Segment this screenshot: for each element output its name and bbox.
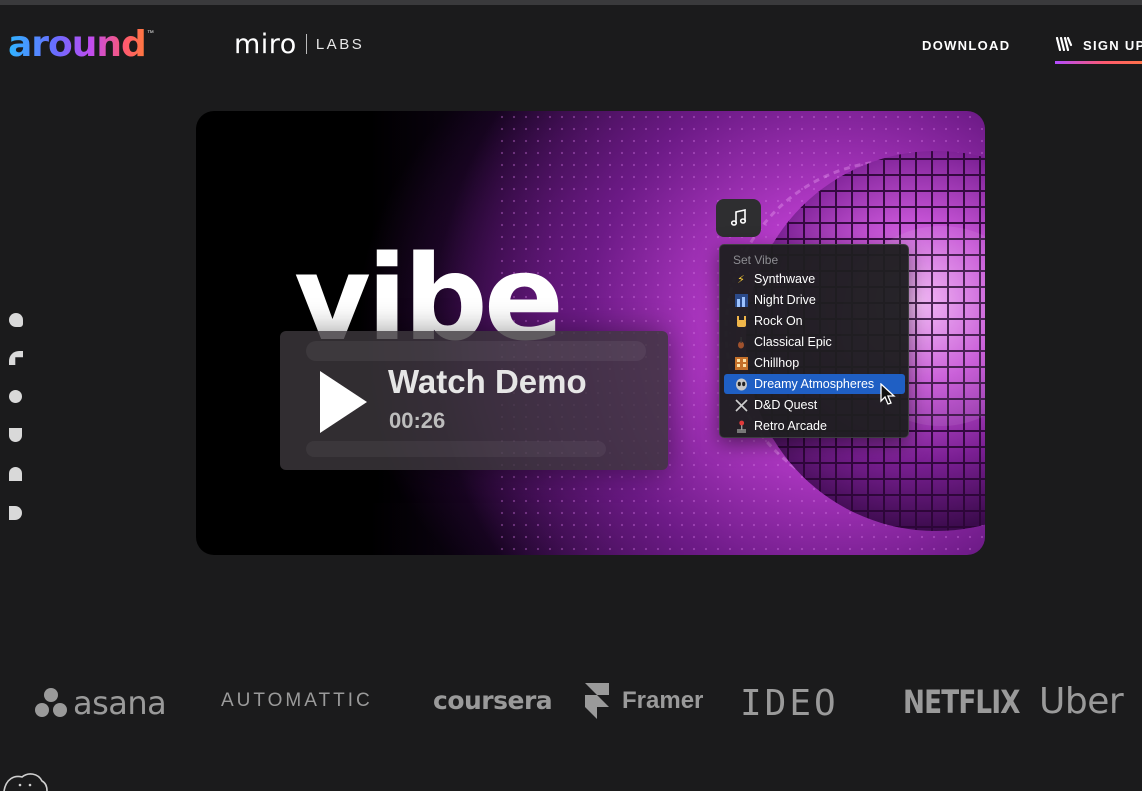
coursera-logo: coursera	[433, 686, 553, 715]
side-nav-arch-icon[interactable]	[9, 467, 22, 481]
vibe-option-night-drive[interactable]: Night Drive	[724, 290, 905, 310]
miro-logo-text: miro	[234, 28, 297, 60]
watch-demo-title: Watch Demo	[388, 363, 587, 400]
download-link[interactable]: DOWNLOAD	[922, 38, 1010, 53]
sign-up-underline	[1055, 61, 1142, 64]
asana-logo-text: asana	[73, 684, 167, 722]
vibe-option-label: Retro Arcade	[754, 419, 827, 433]
around-logo[interactable]: around ™	[8, 24, 154, 65]
framer-icon	[585, 683, 609, 719]
joystick-icon	[734, 419, 748, 433]
side-nav-corner-icon[interactable]	[9, 351, 23, 365]
framer-logo: Framer	[584, 682, 703, 720]
blurred-text-top	[306, 341, 646, 361]
music-button[interactable]	[716, 199, 761, 237]
side-nav-dot-icon[interactable]	[9, 390, 22, 403]
sign-up-link[interactable]: SIGN UP	[1055, 36, 1142, 66]
vibe-option-classical-epic[interactable]: Classical Epic	[724, 332, 905, 352]
mascot-icon	[3, 773, 48, 791]
logo-divider	[305, 34, 307, 54]
vibe-option-label: Dreamy Atmospheres	[754, 377, 875, 391]
vibe-option-label: Night Drive	[754, 293, 816, 307]
automattic-logo: AUTOMATTIC	[221, 690, 373, 711]
vibe-option-label: Classical Epic	[754, 335, 832, 349]
asana-logo: asana	[35, 684, 167, 722]
music-note-icon	[730, 209, 746, 226]
building-icon	[734, 356, 748, 370]
framer-logo-text: Framer	[622, 687, 704, 714]
vibe-option-label: Rock On	[754, 314, 803, 328]
vibe-option-rock-on[interactable]: Rock On	[724, 311, 905, 331]
vibe-option-dreamy-atmospheres[interactable]: Dreamy Atmospheres	[724, 374, 905, 394]
miro-labs-logo[interactable]: miro LABS	[234, 28, 365, 60]
vibe-option-label: D&D Quest	[754, 398, 818, 412]
video-duration: 00:26	[389, 408, 446, 433]
labs-logo-text: LABS	[315, 35, 365, 53]
sign-up-label: SIGN UP	[1083, 38, 1142, 53]
side-nav-shield-icon[interactable]	[9, 428, 22, 442]
vibe-option-label: Synthwave	[754, 272, 816, 286]
rock-hand-icon	[734, 314, 748, 328]
vibe-option-chillhop[interactable]: Chillhop	[724, 353, 905, 373]
ideo-logo: IDEO	[740, 683, 839, 724]
trademark-mark: ™	[146, 30, 154, 37]
cityscape-icon	[734, 293, 748, 307]
alien-icon	[734, 377, 748, 391]
blurred-text-bottom	[306, 441, 606, 457]
vibe-option-retro-arcade[interactable]: Retro Arcade	[724, 416, 905, 436]
side-nav-circle-icon[interactable]	[9, 313, 23, 327]
netflix-logo: NETFLIX	[903, 683, 1021, 721]
side-nav-half-circle-icon[interactable]	[9, 506, 22, 520]
violin-icon	[734, 335, 748, 349]
vibe-option-label: Chillhop	[754, 356, 800, 370]
uber-logo: Uber	[1039, 681, 1124, 722]
vibe-option-dnd-quest[interactable]: D&D Quest	[724, 395, 905, 415]
asana-dots-icon	[35, 688, 67, 718]
menu-header: Set Vibe	[733, 253, 779, 267]
mouse-pointer-icon	[880, 383, 896, 405]
miro-mark-icon	[1055, 37, 1073, 51]
crossed-swords-icon	[734, 398, 748, 412]
set-vibe-menu: Set Vibe ⚡ Synthwave Night Drive Rock On…	[719, 244, 909, 438]
play-icon	[320, 371, 367, 433]
lightning-icon: ⚡	[737, 273, 745, 286]
watch-demo-button[interactable]: Watch Demo 00:26	[280, 331, 668, 470]
demo-video[interactable]: vibe Watch Demo 00:26 Set Vibe ⚡ Synthwa…	[196, 111, 985, 555]
around-logo-text: around	[8, 24, 147, 65]
vibe-option-synthwave[interactable]: ⚡ Synthwave	[724, 269, 905, 289]
top-edge-bar	[0, 0, 1142, 5]
